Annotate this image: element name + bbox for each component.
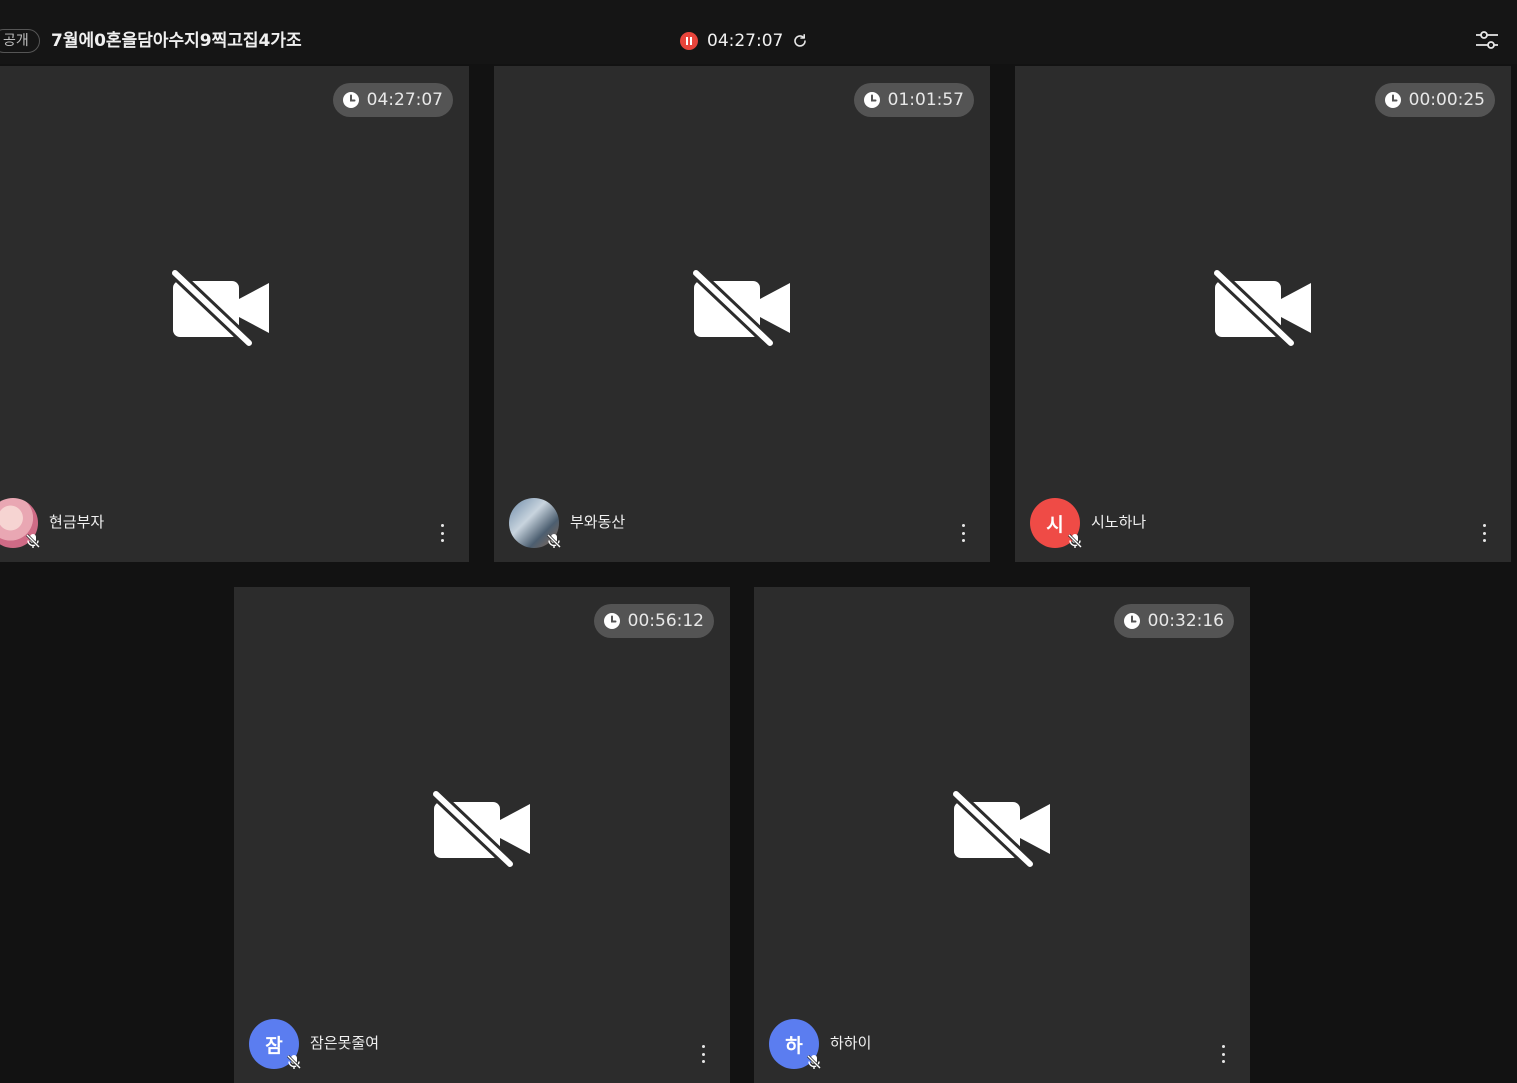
more-vertical-icon[interactable] [1220, 1045, 1226, 1063]
camera-off-icon [691, 268, 790, 347]
mic-off-icon [25, 533, 41, 549]
participant-tile[interactable]: 00:32:16 하 하하이 [754, 587, 1250, 1083]
camera-off-icon [951, 789, 1050, 868]
clock-icon [1384, 92, 1401, 108]
avatar [509, 498, 562, 549]
avatar-initial: 시 [1046, 513, 1064, 536]
participant-tile[interactable]: 00:00:25 시 시노하나 [1015, 66, 1511, 562]
avatar-initial: 하 [785, 1034, 803, 1057]
participant-tile[interactable]: 04:27:07 현금부자 [0, 66, 469, 562]
participant-name: 부와동산 [570, 513, 626, 531]
recording-time: 04:27:07 [707, 31, 784, 51]
clock-icon [863, 92, 880, 108]
avatar: 시 [1030, 498, 1083, 549]
mic-off-icon [806, 1054, 822, 1070]
timer-text: 01:01:57 [887, 90, 964, 110]
participant-timer: 01:01:57 [853, 83, 974, 117]
participant-timer: 00:56:12 [593, 604, 714, 638]
camera-off-icon [431, 789, 530, 868]
avatar [0, 498, 41, 549]
more-vertical-icon[interactable] [439, 524, 445, 542]
more-vertical-icon[interactable] [700, 1045, 706, 1063]
timer-text: 00:56:12 [627, 611, 704, 631]
recording-status: 04:27:07 [680, 30, 808, 52]
avatar: 잠 [249, 1019, 302, 1070]
timer-text: 00:00:25 [1408, 90, 1485, 110]
sliders-icon[interactable] [1474, 28, 1500, 52]
clock-icon [603, 613, 620, 629]
mic-off-icon [1067, 533, 1083, 549]
more-vertical-icon[interactable] [1481, 524, 1487, 542]
clock-icon [342, 92, 359, 108]
timer-text: 04:27:07 [366, 90, 443, 110]
avatar-initial: 잠 [265, 1034, 283, 1057]
avatar: 하 [769, 1019, 822, 1070]
mic-off-icon [286, 1054, 302, 1070]
participant-timer: 04:27:07 [332, 83, 453, 117]
timer-text: 00:32:16 [1147, 611, 1224, 631]
room-title: 7월에0혼을담아수지9찍고집4가조 [51, 31, 302, 51]
participant-timer: 00:00:25 [1374, 83, 1495, 117]
camera-off-icon [1212, 268, 1311, 347]
record-pause-icon[interactable] [680, 32, 698, 50]
participant-name: 하하이 [830, 1034, 872, 1052]
top-bar: 공개 7월에0혼을담아수지9찍고집4가조 04:27:07 [0, 0, 1517, 64]
participant-tile[interactable]: 01:01:57 부와동산 [494, 66, 990, 562]
refresh-icon[interactable] [792, 33, 808, 49]
camera-off-icon [170, 268, 269, 347]
participant-name: 시노하나 [1091, 513, 1147, 531]
participant-timer: 00:32:16 [1113, 604, 1234, 638]
participant-name: 잠은못줄여 [310, 1034, 380, 1052]
mic-off-icon [546, 533, 562, 549]
more-vertical-icon[interactable] [960, 524, 966, 542]
participant-name: 현금부자 [49, 513, 105, 531]
visibility-badge: 공개 [0, 29, 40, 53]
participant-tile[interactable]: 00:56:12 잠 잠은못줄여 [234, 587, 730, 1083]
clock-icon [1123, 613, 1140, 629]
